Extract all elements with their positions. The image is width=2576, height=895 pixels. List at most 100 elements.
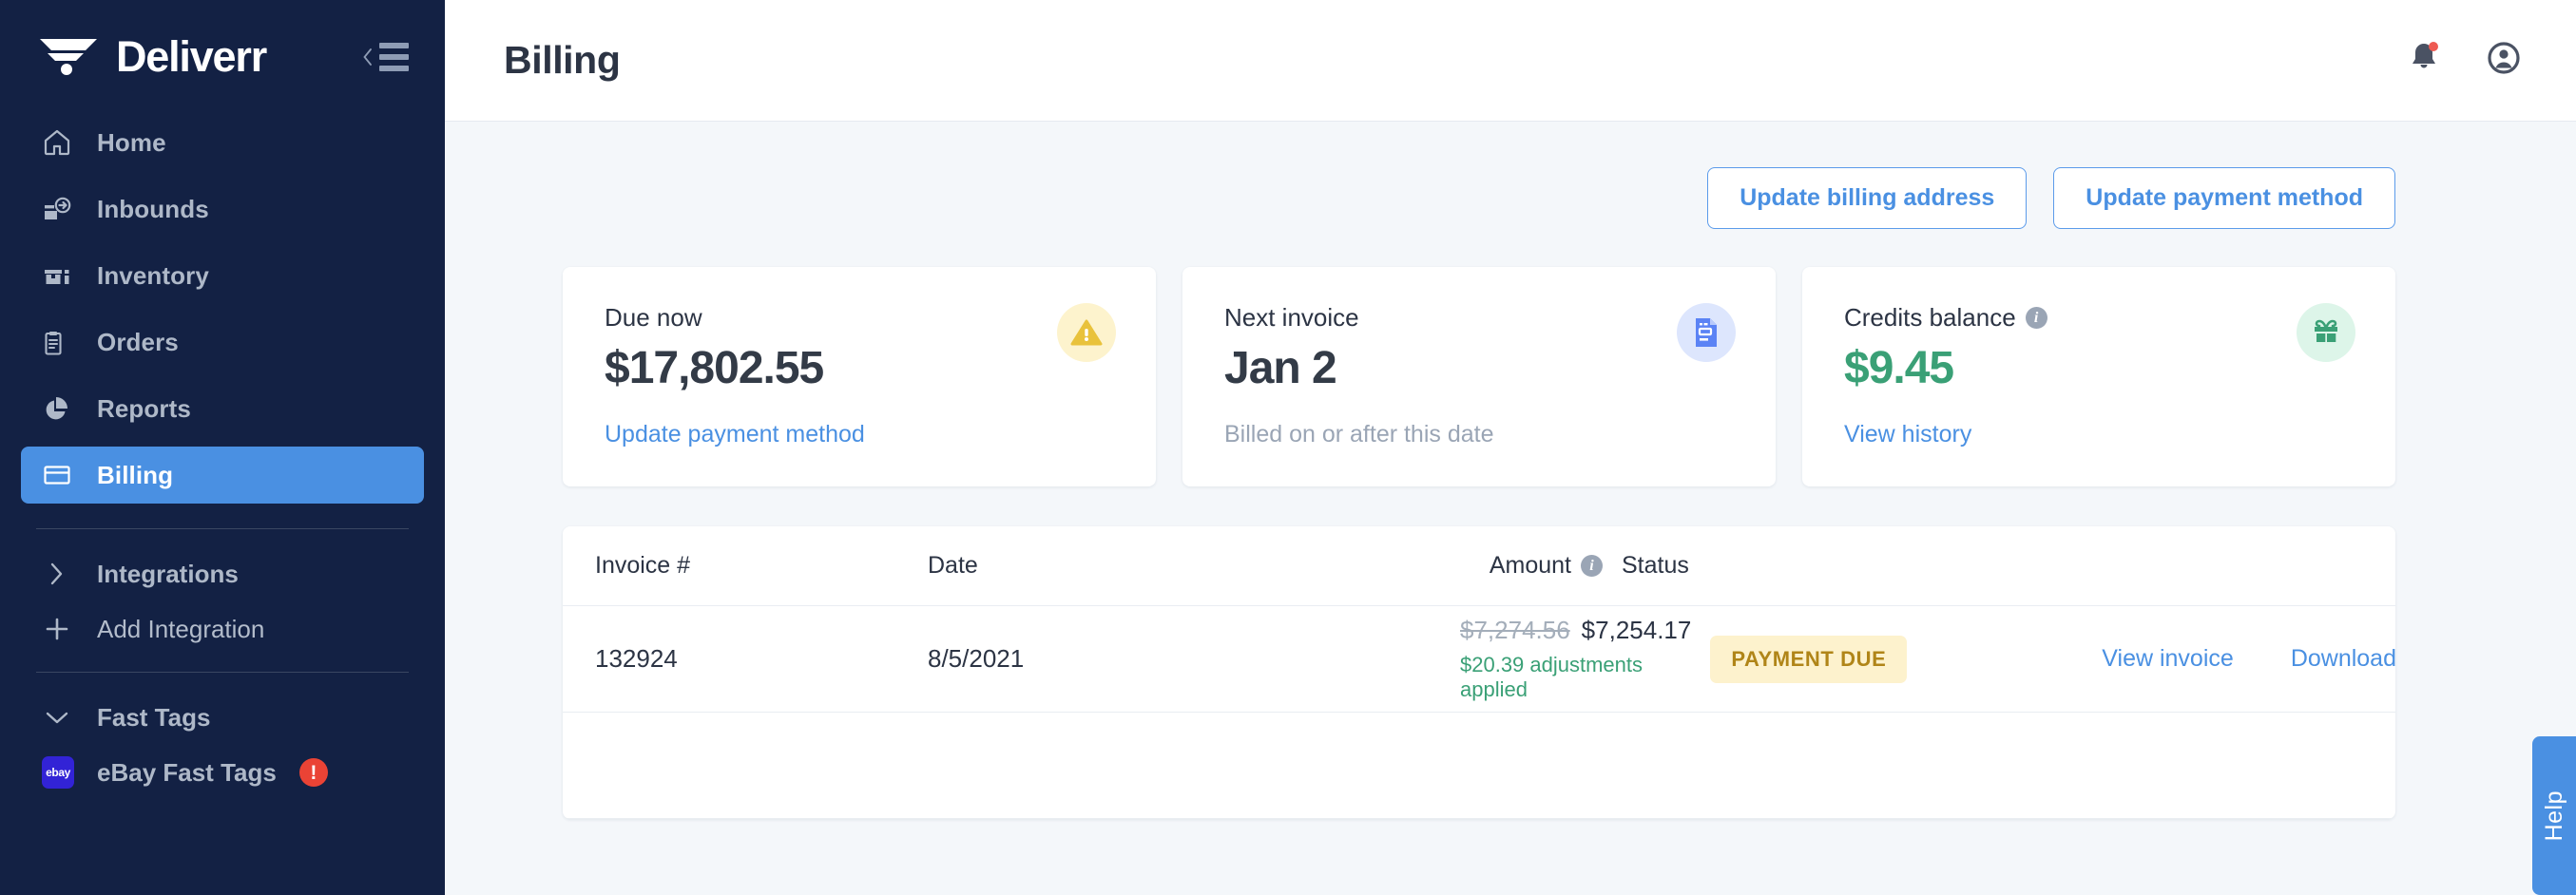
sidebar-item-billing[interactable]: Billing [21, 447, 424, 504]
info-icon[interactable]: i [1581, 555, 1603, 577]
card-textwrap: Credits balance i $9.45 [1844, 303, 2297, 394]
app-root: Deliverr Home Inbounds Inventory Orders … [0, 0, 2576, 895]
amount-original: $7,274.56 [1460, 616, 1570, 644]
topbar: Billing [445, 0, 2576, 122]
download-csv-link[interactable]: Download CSV [2291, 645, 2395, 673]
card-value: $17,802.55 [605, 343, 824, 393]
card-footer: View history [1844, 421, 2355, 448]
sidebar-item-label: Reports [97, 393, 191, 423]
sidebar-sections: Integrations Add Integration [0, 546, 445, 657]
table-row-partial[interactable] [563, 713, 2395, 819]
chevron-left-icon [363, 48, 372, 66]
sidebar-fast-tags: Fast Tags ebay eBay Fast Tags ! [0, 690, 445, 800]
info-icon[interactable]: i [2025, 307, 2047, 329]
alert-error-icon: ! [298, 758, 328, 787]
sidebar-section-label: Integrations [97, 559, 239, 588]
cell-invoice-number: 132924 [595, 644, 678, 673]
sidebar-divider-top [36, 528, 409, 529]
amount-line: $7,274.56 $7,254.17 [1460, 616, 1691, 645]
card-due-now: Due now $17,802.55 Update payment method [563, 267, 1156, 486]
sidebar-item-inbounds[interactable]: Inbounds [21, 181, 424, 238]
help-button-label: Help [2540, 790, 2567, 842]
card-label-text: Due now [605, 303, 702, 332]
card-top: Next invoice Jan 2 [1224, 303, 1736, 394]
sidebar-item-label: Billing [97, 460, 174, 489]
sidebar-item-label: Inventory [97, 260, 209, 290]
card-next-invoice: Next invoice Jan 2 Billed on or after th… [1182, 267, 1776, 486]
status-badge: PAYMENT DUE [1710, 635, 1908, 683]
home-icon [44, 129, 70, 156]
sidebar-item-home[interactable]: Home [21, 114, 424, 171]
sidebar-item-reports[interactable]: Reports [21, 380, 424, 437]
column-header-invoice: Invoice # [595, 552, 691, 579]
summary-cards: Due now $17,802.55 Update payment method… [563, 267, 2395, 486]
card-label: Credits balance i [1844, 303, 2297, 333]
view-invoice-link[interactable]: View invoice [2102, 645, 2234, 673]
card-label: Due now [605, 303, 1057, 333]
bell-icon[interactable] [2406, 39, 2442, 82]
card-label-text: Credits balance [1844, 303, 2016, 332]
chevron-down-icon [42, 710, 72, 725]
reports-icon [46, 397, 67, 420]
table-row[interactable]: 132924 8/5/2021 $7,274.56 $7,254.17 $20.… [563, 606, 2395, 713]
update-billing-address-button[interactable]: Update billing address [1707, 167, 2028, 229]
sidebar-item-label: Inbounds [97, 194, 209, 223]
main-area: Billing Update billing address Update pa… [445, 0, 2576, 895]
card-top: Credits balance i $9.45 [1844, 303, 2355, 394]
card-label-text: Next invoice [1224, 303, 1359, 332]
invoices-table: Invoice # Date Amount i Status 132924 8/… [563, 526, 2395, 819]
brand[interactable]: Deliverr [38, 32, 358, 82]
update-payment-method-button[interactable]: Update payment method [2053, 167, 2395, 229]
sidebar-item-orders[interactable]: Orders [21, 314, 424, 371]
sidebar-header: Deliverr [0, 0, 445, 114]
column-header-date: Date [928, 552, 978, 579]
column-header-amount-text: Amount [1489, 552, 1571, 579]
update-payment-method-link[interactable]: Update payment method [605, 421, 865, 448]
card-footer: Billed on or after this date [1224, 421, 1736, 448]
sidebar-divider-bottom [36, 672, 409, 673]
card-value: $9.45 [1844, 343, 1954, 393]
sidebar-item-label: Home [97, 127, 166, 157]
cell-amount: $7,274.56 $7,254.17 $20.39 adjustments a… [1460, 616, 1691, 702]
sidebar-section-label: Add Integration [97, 614, 265, 643]
card-textwrap: Next invoice Jan 2 [1224, 303, 1677, 394]
ebay-logo-icon: ebay [42, 756, 74, 789]
amount-adjustment-note: $20.39 adjustments applied [1460, 653, 1644, 701]
sidebar-item-ebay-fast-tags[interactable]: ebay eBay Fast Tags ! [21, 745, 424, 800]
sidebar-item-fast-tags[interactable]: Fast Tags [21, 690, 424, 745]
page-title: Billing [504, 38, 621, 82]
cell-status: PAYMENT DUE [1691, 635, 1948, 683]
column-header-amount: Amount i [1460, 552, 1603, 580]
column-header-status: Status [1622, 552, 1689, 579]
card-footer: Update payment method [605, 421, 1116, 448]
cell-actions: View invoice Download CSV [1948, 645, 2395, 673]
collapse-sidebar-button[interactable] [358, 37, 413, 77]
card-top: Due now $17,802.55 [605, 303, 1116, 394]
topbar-icons [2406, 39, 2523, 82]
card-value: Jan 2 [1224, 343, 1337, 393]
sidebar-nav: Home Inbounds Inventory Orders Reports B… [0, 114, 445, 513]
orders-icon [45, 332, 62, 355]
view-history-link[interactable]: View history [1844, 421, 1971, 448]
brand-name: Deliverr [116, 32, 267, 81]
account-avatar-icon[interactable] [2485, 39, 2523, 82]
sidebar-item-label: Orders [97, 327, 179, 356]
content-area: Update billing address Update payment me… [445, 122, 2576, 895]
inventory-icon [45, 270, 69, 284]
sidebar: Deliverr Home Inbounds Inventory Orders … [0, 0, 445, 895]
deliverr-logo-icon [40, 39, 97, 75]
sidebar-item-integrations[interactable]: Integrations [21, 546, 424, 601]
cell-date: 8/5/2021 [928, 644, 1025, 673]
card-textwrap: Due now $17,802.55 [605, 303, 1057, 394]
sidebar-section-label: Fast Tags [97, 702, 211, 732]
help-button[interactable]: Help [2532, 736, 2576, 895]
gift-icon [2297, 303, 2355, 362]
card-label: Next invoice [1224, 303, 1677, 333]
card-credits-balance: Credits balance i $9.45 View history [1802, 267, 2395, 486]
page-actions: Update billing address Update payment me… [563, 167, 2395, 229]
inbound-icon [45, 197, 71, 219]
warning-triangle-icon [1057, 303, 1116, 362]
sidebar-item-inventory[interactable]: Inventory [21, 247, 424, 304]
sidebar-item-add-integration[interactable]: Add Integration [21, 601, 424, 657]
plus-icon [42, 617, 72, 641]
